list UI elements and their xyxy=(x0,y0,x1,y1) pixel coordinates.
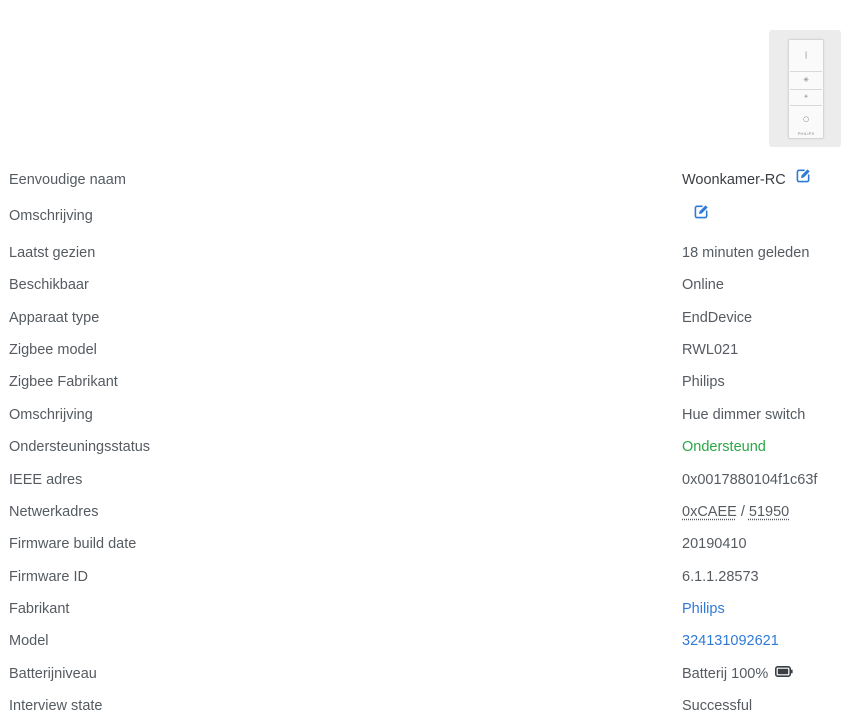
row-label: Batterijniveau xyxy=(9,666,97,682)
row-description-edit: Omschrijving xyxy=(0,200,863,232)
remote-on-button: | xyxy=(790,40,822,72)
row-ieee-address: IEEE adres 0x0017880104f1c63f xyxy=(0,464,863,496)
row-battery-level: Batterijniveau Batterij 100% xyxy=(0,658,863,690)
row-label: Eenvoudige naam xyxy=(9,172,126,188)
network-address-separator: / xyxy=(736,504,749,520)
manufacturer-link[interactable]: Philips xyxy=(682,593,725,625)
battery-full-icon xyxy=(775,657,793,689)
row-label: Interview state xyxy=(9,698,103,714)
hue-dimmer-remote-image: | ✳ ✳ ○ PHILIPS xyxy=(788,39,824,139)
row-firmware-build-date: Firmware build date 20190410 xyxy=(0,528,863,560)
row-label: Zigbee Fabrikant xyxy=(9,374,118,390)
row-label: Firmware build date xyxy=(9,536,137,552)
row-label: Netwerkadres xyxy=(9,504,99,520)
row-last-seen: Laatst gezien 18 minuten geleden xyxy=(0,237,863,269)
row-label: Firmware ID xyxy=(9,569,88,585)
row-label: Beschikbaar xyxy=(9,277,89,293)
zigbee-manufacturer-value: Philips xyxy=(682,374,725,390)
row-model: Model 324131092621 xyxy=(0,625,863,657)
firmware-build-date-value: 20190410 xyxy=(682,536,747,552)
device-type-value: EndDevice xyxy=(682,310,753,326)
row-label: Model xyxy=(9,633,49,649)
friendly-name-value: Woonkamer-RC xyxy=(682,164,811,196)
network-address-value: 0xCAEE / 51950 xyxy=(682,496,789,528)
network-address-hex: 0xCAEE xyxy=(682,504,737,520)
row-label: IEEE adres xyxy=(9,472,83,488)
row-manufacturer: Fabrikant Philips xyxy=(0,593,863,625)
firmware-id-value: 6.1.1.28573 xyxy=(682,569,759,585)
edit-description-icon[interactable] xyxy=(694,199,709,231)
remote-brighter-button: ✳ xyxy=(790,72,822,90)
row-description: Omschrijving Hue dimmer switch xyxy=(0,399,863,431)
battery-level-value: Batterij 100% xyxy=(682,658,793,690)
row-zigbee-model: Zigbee model RWL021 xyxy=(0,334,863,366)
row-interview-state: Interview state Successful xyxy=(0,690,863,722)
edit-name-icon[interactable] xyxy=(796,163,811,195)
description-value xyxy=(682,200,709,232)
friendly-name-text: Woonkamer-RC xyxy=(682,172,786,188)
row-device-type: Apparaat type EndDevice xyxy=(0,302,863,334)
row-label: Omschrijving xyxy=(9,208,93,224)
support-status-value: Ondersteund xyxy=(682,439,766,455)
row-label: Apparaat type xyxy=(9,310,100,326)
row-firmware-id: Firmware ID 6.1.1.28573 xyxy=(0,561,863,593)
description-static-value: Hue dimmer switch xyxy=(682,407,806,423)
zigbee-model-value: RWL021 xyxy=(682,342,739,358)
row-label: Zigbee model xyxy=(9,342,97,358)
row-support-status: Ondersteuningsstatus Ondersteund xyxy=(0,431,863,463)
interview-state-value: Successful xyxy=(682,698,753,714)
availability-value: Online xyxy=(682,277,724,293)
row-label: Laatst gezien xyxy=(9,245,96,261)
row-network-address: Netwerkadres 0xCAEE / 51950 xyxy=(0,496,863,528)
row-label: Omschrijving xyxy=(9,407,93,423)
row-availability: Beschikbaar Online xyxy=(0,269,863,301)
remote-dimmer-button: ✳ xyxy=(790,90,822,106)
network-address-dec: 51950 xyxy=(748,504,790,520)
ieee-address-value: 0x0017880104f1c63f xyxy=(682,472,818,488)
last-seen-value: 18 minuten geleden xyxy=(682,245,810,261)
row-label: Ondersteuningsstatus xyxy=(9,439,151,455)
remote-off-button: ○ xyxy=(802,115,810,123)
row-friendly-name: Eenvoudige naam Woonkamer-RC xyxy=(0,164,863,196)
model-link[interactable]: 324131092621 xyxy=(682,625,779,657)
remote-brand-text: PHILIPS xyxy=(797,131,815,136)
battery-level-text: Batterij 100% xyxy=(682,666,769,682)
row-label: Fabrikant xyxy=(9,601,70,617)
row-zigbee-manufacturer: Zigbee Fabrikant Philips xyxy=(0,366,863,398)
device-image: | ✳ ✳ ○ PHILIPS xyxy=(769,30,841,147)
